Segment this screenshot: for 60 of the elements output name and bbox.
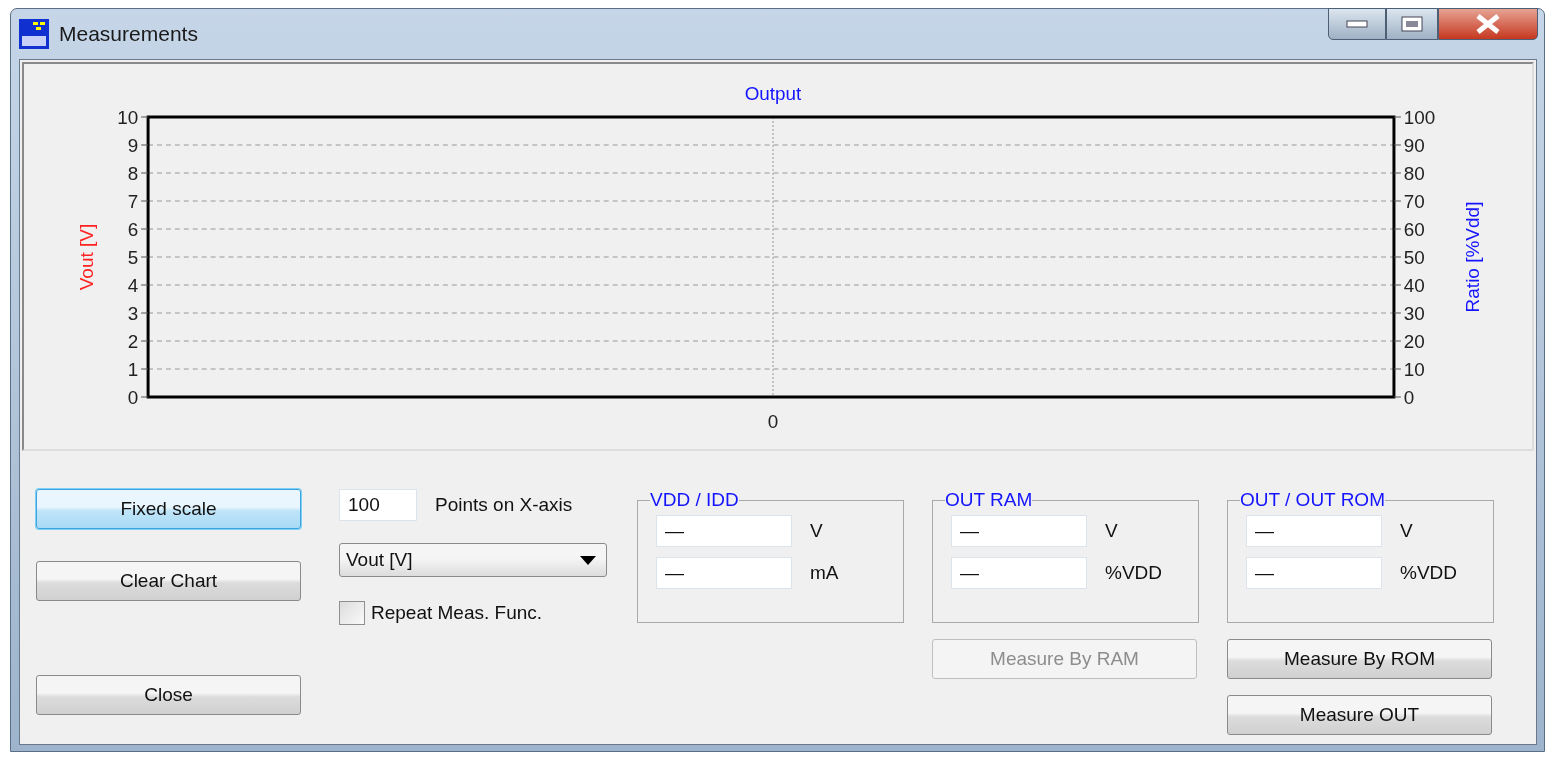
minimize-icon [1346,20,1368,28]
y-tick-label: 70 [1403,190,1425,212]
value-field[interactable]: — [656,515,792,547]
y-tick-label: 6 [127,218,139,240]
repeat-checkbox[interactable] [339,601,365,625]
y-tick-label: 60 [1403,218,1425,240]
dropdown-arrow-icon [580,555,596,565]
minimize-button[interactable] [1328,8,1386,40]
y-tick-label: 3 [127,302,139,324]
y-tick-label: 50 [1403,246,1425,268]
y-tick-label: 10 [117,106,139,128]
group-title: OUT RAM [945,489,1033,511]
y-axis-title: Vout [V] [76,223,98,291]
y-tick-label: 8 [127,162,139,184]
action-button[interactable]: Fixed scale [36,489,301,529]
y-tick-label: 20 [1403,330,1425,352]
measure-button[interactable]: Measure OUT [1227,695,1492,735]
y-tick-label: 80 [1403,162,1425,184]
chart-title: Output [744,82,802,104]
y-tick-label: 0 [127,386,139,408]
y-tick-label: 5 [127,246,139,268]
y-tick-label: 7 [127,190,139,212]
value-field[interactable]: — [951,557,1087,589]
unit-label: mA [810,562,839,584]
y-tick-label: 100 [1403,106,1436,128]
points-label: Points on X-axis [435,494,573,516]
unit-label: V [810,520,823,542]
series-dropdown[interactable]: Vout [V] [339,543,607,577]
action-button[interactable]: Clear Chart [36,561,301,601]
app-logo-icon [19,19,49,49]
y-tick-label: 9 [127,134,139,156]
group-title: VDD / IDD [650,489,739,511]
action-button[interactable]: Close [36,675,301,715]
y-tick-label: 40 [1403,274,1425,296]
group-title: OUT / OUT ROM [1240,489,1385,511]
value-field[interactable]: — [1246,557,1382,589]
maximize-icon [1401,16,1423,32]
maximize-button[interactable] [1386,8,1438,40]
unit-label: V [1400,520,1413,542]
value-field[interactable]: — [656,557,792,589]
close-window-button[interactable] [1438,8,1538,40]
window-title: Measurements [59,22,198,46]
y-tick-label: 0 [1403,386,1415,408]
close-icon [1475,14,1501,34]
secondary-axis-title: Ratio [%Vdd] [1462,201,1484,313]
measure-button[interactable]: Measure By ROM [1227,639,1492,679]
unit-label: V [1105,520,1118,542]
y-tick-label: 4 [127,274,139,296]
y-tick-label: 10 [1403,358,1425,380]
x-tick-label: 0 [767,410,779,432]
checkbox-label: Repeat Meas. Func. [371,602,543,624]
y-tick-label: 2 [127,330,139,352]
y-tick-label: 30 [1403,302,1425,324]
y-tick-label: 90 [1403,134,1425,156]
value-field[interactable]: — [951,515,1087,547]
value-field[interactable]: — [1246,515,1382,547]
unit-label: %VDD [1400,562,1457,584]
y-tick-label: 1 [127,358,139,380]
unit-label: %VDD [1105,562,1162,584]
points-field[interactable]: 100 [339,489,417,521]
